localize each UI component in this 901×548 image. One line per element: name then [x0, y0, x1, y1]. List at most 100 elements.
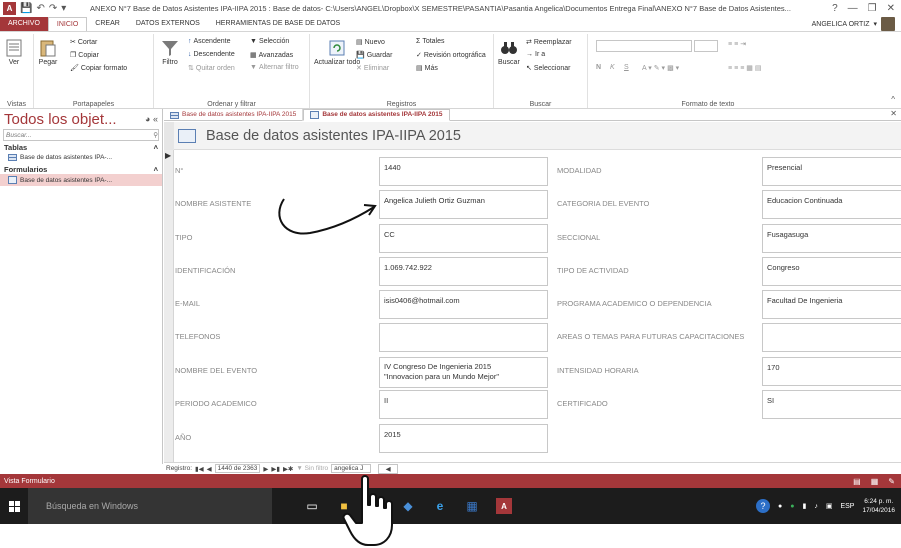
remove-sort-button[interactable]: ⇅ Quitar orden	[188, 64, 235, 73]
nav-pane-controls[interactable]: ◕ «	[145, 114, 158, 124]
redo-icon[interactable]: ↷	[49, 3, 57, 14]
find-button[interactable]: Buscar	[498, 38, 520, 66]
italic-button[interactable]: K	[610, 64, 615, 71]
replace-button[interactable]: ⇄ Reemplazar	[526, 38, 572, 47]
tab-external-data[interactable]: DATOS EXTERNOS	[128, 17, 208, 31]
horizontal-scrollbar[interactable]: ◀	[378, 463, 399, 474]
list-buttons[interactable]: ≡ ≡ ⇥	[728, 40, 746, 49]
toggle-filter-button[interactable]: ▼ Alternar filtro	[250, 64, 299, 71]
field-areas-capacitaciones[interactable]	[762, 323, 901, 352]
field-nombre-asistente[interactable]: Angelica Julieth Ortiz Guzman	[379, 190, 548, 219]
font-size-dropdown[interactable]	[694, 40, 718, 52]
copy-button[interactable]: ❐ Copiar	[70, 51, 99, 60]
save-record-button[interactable]: 💾 Guardar	[356, 51, 392, 60]
collapse-ribbon-icon[interactable]: ^	[891, 95, 895, 104]
clock[interactable]: 6:24 p. m. 17/04/2016	[862, 497, 895, 515]
tab-create[interactable]: CREAR	[87, 17, 128, 31]
font-name-dropdown[interactable]	[596, 40, 692, 52]
nav-pane-header[interactable]: Todos los objet... ◕ «	[0, 109, 162, 129]
nav-group-tables[interactable]: Tablas ˄	[0, 141, 162, 152]
customize-qat-icon[interactable]: ▾	[61, 3, 66, 14]
store-icon[interactable]: ▦	[464, 498, 480, 514]
delete-record-button[interactable]: ✕ Eliminar	[356, 64, 389, 73]
nav-item-form[interactable]: Base de datos asistentes IPA-...	[0, 174, 162, 186]
view-button[interactable]: Ver	[4, 38, 24, 66]
help-tray-icon[interactable]: ?	[755, 499, 770, 513]
undo-icon[interactable]: ↶	[36, 3, 44, 14]
nav-item-table[interactable]: Base de datos asistentes IPA-...	[0, 152, 162, 163]
new-record-nav-button[interactable]: ▶✱	[283, 465, 293, 473]
select-button[interactable]: ↖ Seleccionar	[526, 64, 570, 73]
field-seccional[interactable]: Fusagasuga	[762, 224, 901, 253]
field-certificado[interactable]: SI	[762, 390, 901, 419]
new-record-button[interactable]: ▤ Nuevo	[356, 38, 385, 47]
nav-group-forms[interactable]: Formularios ˄	[0, 163, 162, 174]
design-view-icon[interactable]: ✎	[888, 477, 895, 486]
tab-database-tools[interactable]: HERRAMIENTAS DE BASE DE DATOS	[208, 17, 348, 31]
selection-button[interactable]: ▼ Selección	[250, 38, 289, 45]
restore-icon[interactable]: ❐	[868, 3, 877, 14]
antivirus-icon[interactable]: ●	[790, 503, 794, 510]
field-numero[interactable]: 1440	[379, 157, 548, 186]
record-position-input[interactable]: 1440 de 2363	[214, 464, 261, 473]
spelling-button[interactable]: ✓ Revisión ortográfica	[416, 51, 486, 60]
field-programa-academico[interactable]: Facultad De Ingenieria	[762, 290, 901, 319]
access-taskbar-icon[interactable]: A	[496, 498, 512, 514]
close-document-icon[interactable]: ✕	[890, 109, 901, 120]
tab-form-document[interactable]: Base de datos asistentes IPA-IIPA 2015	[303, 109, 450, 121]
save-icon[interactable]: 💾	[20, 3, 32, 14]
field-tipo[interactable]: CC	[379, 224, 548, 253]
refresh-all-button[interactable]: Actualizar todo	[314, 38, 360, 66]
user-account[interactable]: ANGELICA ORTIZ ▾	[812, 17, 901, 31]
more-button[interactable]: ▤ Más	[416, 64, 438, 73]
sort-descending-button[interactable]: ↓ Descendente	[188, 51, 235, 58]
field-email[interactable]: isis0406@hotmail.com	[379, 290, 548, 319]
minimize-icon[interactable]: —	[848, 3, 858, 14]
filter-status[interactable]: ▼ Sin filtro	[296, 465, 328, 472]
cut-button[interactable]: ✂ Cortar	[70, 38, 97, 47]
nav-search-input[interactable]: Buscar... ⚲	[3, 129, 159, 141]
next-record-button[interactable]: ▶	[263, 465, 268, 473]
record-selector[interactable]: ▶	[164, 150, 174, 462]
format-painter-button[interactable]: 🖌 Copiar formato	[70, 64, 127, 73]
field-identificacion[interactable]: 1.069.742.922	[379, 257, 548, 286]
battery-icon[interactable]: ▮	[802, 502, 806, 510]
field-modalidad[interactable]: Presencial	[762, 157, 901, 186]
field-periodo-academico[interactable]: II	[379, 390, 548, 419]
prev-record-button[interactable]: ◀	[207, 465, 212, 473]
advanced-button[interactable]: ▦ Avanzadas	[250, 51, 293, 60]
help-button[interactable]: ?	[832, 3, 838, 14]
tab-home[interactable]: INICIO	[47, 17, 88, 31]
notifications-icon[interactable]: ▣	[826, 502, 833, 510]
filter-button[interactable]: Filtro	[160, 38, 180, 66]
tab-file[interactable]: ARCHIVO	[0, 17, 48, 31]
field-tipo-actividad[interactable]: Congreso	[762, 257, 901, 286]
edge-icon[interactable]: e	[432, 498, 448, 514]
task-view-icon[interactable]: ▭	[304, 498, 320, 514]
close-icon[interactable]: ✕	[887, 3, 895, 14]
record-search-input[interactable]: angelica J	[331, 464, 372, 473]
align-buttons[interactable]: ≡ ≡ ≡ ▦ ▤	[728, 64, 762, 73]
dropbox-icon[interactable]: ◆	[400, 498, 416, 514]
bold-button[interactable]: N	[596, 64, 601, 71]
last-record-button[interactable]: ▶▮	[271, 465, 280, 473]
form-view-icon[interactable]: ▤	[853, 477, 861, 486]
field-intensidad-horaria[interactable]: 170	[762, 357, 901, 386]
start-button[interactable]	[0, 488, 28, 524]
font-color-button[interactable]: A ▾ ✎ ▾ ▩ ▾	[642, 64, 679, 72]
paste-button[interactable]: Pegar	[38, 38, 58, 66]
field-nombre-evento[interactable]: IV Congreso De Ingenieria 2015 "Innovaci…	[379, 357, 548, 388]
first-record-button[interactable]: ▮◀	[195, 465, 204, 473]
tab-table-document[interactable]: Base de datos asistentes IPA-IIPA 2015	[164, 109, 304, 121]
goto-button[interactable]: → Ir a	[526, 51, 545, 58]
taskbar-search[interactable]: Búsqueda en Windows	[28, 488, 272, 524]
network-icon[interactable]: ●	[778, 503, 782, 510]
language-indicator[interactable]: ESP	[840, 503, 854, 510]
underline-button[interactable]: S	[624, 64, 629, 71]
layout-view-icon[interactable]: ▦	[871, 477, 879, 486]
field-telefonos[interactable]	[379, 323, 548, 352]
form-selector[interactable]	[164, 122, 174, 150]
sort-ascending-button[interactable]: ↑ Ascendente	[188, 38, 230, 45]
field-anio[interactable]: 2015	[379, 424, 548, 453]
field-categoria-evento[interactable]: Educacion Continuada	[762, 190, 901, 219]
